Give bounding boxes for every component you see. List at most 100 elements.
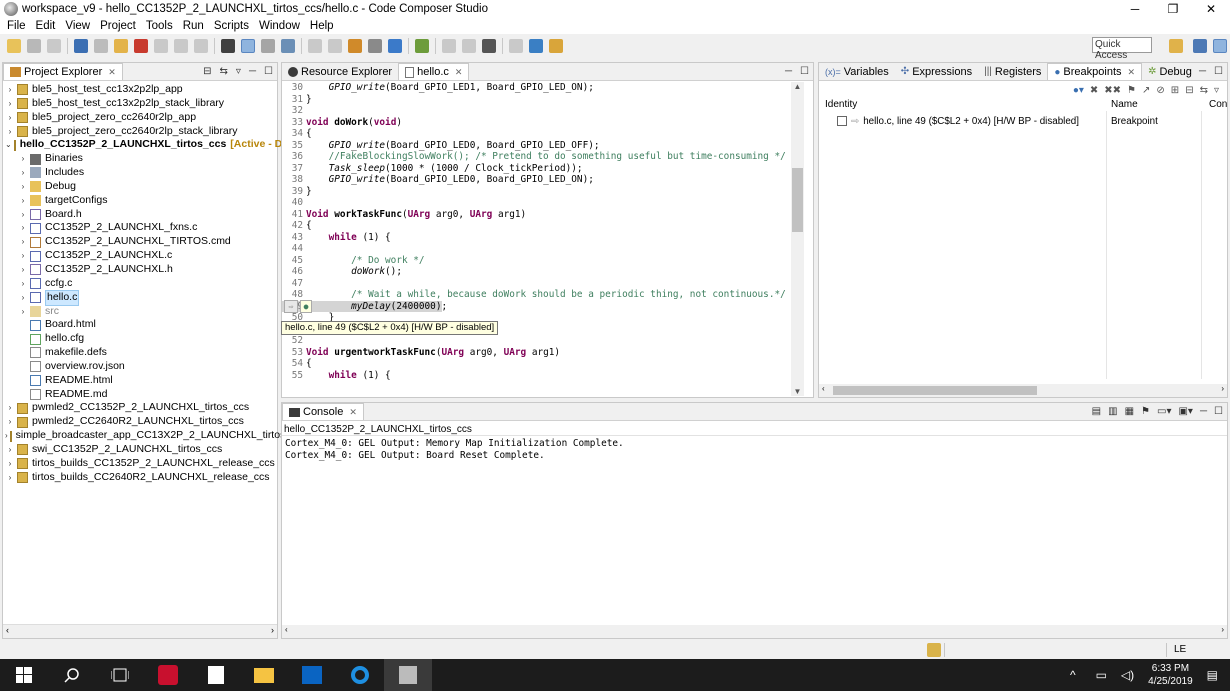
network-icon[interactable]: ▭ — [1096, 668, 1107, 682]
code-line[interactable]: 44 — [282, 243, 813, 255]
expand-toggle-icon[interactable]: › — [18, 208, 28, 222]
taskbar-ccs[interactable] — [384, 659, 432, 691]
restart-icon[interactable] — [328, 39, 342, 53]
code-editor[interactable]: 30 GPIO_write(Board_GPIO_LED1, Board_GPI… — [282, 81, 813, 381]
code-line[interactable]: 47 — [282, 278, 813, 290]
goto-file-icon[interactable]: ↗ — [1142, 85, 1150, 96]
debug-config-icon[interactable] — [281, 39, 295, 53]
tab-registers[interactable]: ||| Registers — [978, 63, 1047, 80]
tree-item[interactable]: makefile.defs — [5, 346, 277, 360]
tab-variables[interactable]: (x)= Variables — [819, 63, 895, 80]
expand-toggle-icon[interactable]: › — [5, 443, 15, 457]
expand-toggle-icon[interactable]: › — [5, 429, 8, 443]
quick-access-input[interactable]: Quick Access — [1092, 37, 1152, 61]
code-line[interactable]: 40 — [282, 197, 813, 209]
link-icon[interactable]: ⇆ — [1200, 85, 1208, 96]
maximize-view-icon[interactable]: ☐ — [1214, 406, 1223, 417]
save-all-icon[interactable] — [47, 39, 61, 53]
menu-tools[interactable]: Tools — [141, 20, 178, 32]
tree-item[interactable]: › ble5_project_zero_cc2640r2lp_app — [5, 111, 277, 125]
close-icon[interactable]: ✕ — [349, 407, 357, 418]
maximize-view-icon[interactable]: ☐ — [264, 66, 273, 77]
tab-hello-c[interactable]: hello.c ✕ — [398, 63, 470, 80]
taskbar-edge[interactable] — [336, 659, 384, 691]
tree-item[interactable]: › tirtos_builds_CC2640R2_LAUNCHXL_release… — [5, 471, 277, 485]
terminate-icon[interactable] — [134, 39, 148, 53]
tree-item[interactable]: › CC1352P_2_LAUNCHXL_TIRTOS.cmd — [5, 235, 277, 249]
breakpoint-marker-icon[interactable]: ⇨ — [284, 299, 298, 313]
memory-icon[interactable] — [241, 39, 255, 53]
expand-toggle-icon[interactable]: › — [18, 277, 28, 291]
expand-toggle-icon[interactable]: › — [5, 125, 15, 139]
grid-icon[interactable] — [221, 39, 235, 53]
code-line[interactable]: 41 Void workTaskFunc(UArg arg0, UArg arg1… — [282, 209, 813, 221]
expand-all-icon[interactable]: ⊞ — [1171, 85, 1179, 96]
code-line[interactable]: 38 GPIO_write(Board_GPIO_LED0, Board_GPI… — [282, 174, 813, 186]
code-line[interactable]: 53 Void urgentworkTaskFunc(UArg arg0, UAr… — [282, 347, 813, 359]
code-line[interactable]: 42{ — [282, 220, 813, 232]
heap-status-icon[interactable] — [927, 643, 941, 657]
menu-window[interactable]: Window — [254, 20, 305, 32]
horizontal-scrollbar[interactable]: ‹ › — [3, 624, 277, 638]
tab-breakpoints[interactable]: ● Breakpoints ✕ — [1047, 63, 1143, 80]
skip-all-icon[interactable]: ⊘ — [1156, 85, 1164, 96]
code-line[interactable]: 33 void doWork(void) — [282, 117, 813, 129]
ccs-edit-perspective-icon[interactable] — [1193, 39, 1207, 53]
run-icon[interactable] — [388, 39, 402, 53]
ccs-debug-perspective-icon[interactable] — [1213, 39, 1227, 53]
new-icon[interactable] — [7, 39, 21, 53]
load-icon[interactable] — [348, 39, 362, 53]
link-editor-icon[interactable]: ⇆ — [220, 66, 228, 77]
breakpoint-dot-icon[interactable]: ● — [300, 299, 312, 313]
column-condition[interactable]: Con — [1209, 99, 1227, 110]
menu-scripts[interactable]: Scripts — [209, 20, 254, 32]
scroll-thumb[interactable] — [792, 168, 803, 232]
tree-item[interactable]: › Debug — [5, 180, 277, 194]
tree-item[interactable]: › swi_CC1352P_2_LAUNCHXL_tirtos_ccs — [5, 443, 277, 457]
breakpoint-checkbox[interactable] — [837, 116, 847, 126]
menu-edit[interactable]: Edit — [31, 20, 61, 32]
close-icon[interactable]: ✕ — [455, 67, 463, 78]
show-hidden-icons[interactable]: ^ — [1070, 668, 1076, 682]
tree-item[interactable]: › Board.h — [5, 208, 277, 222]
expand-toggle-icon[interactable]: › — [5, 471, 15, 485]
code-line[interactable]: 46 doWork(); — [282, 266, 813, 278]
horizontal-scrollbar[interactable]: ‹ › — [819, 384, 1227, 397]
search-icon[interactable] — [529, 39, 543, 53]
collapse-all-icon[interactable]: ⊟ — [203, 66, 211, 77]
horizontal-scrollbar[interactable]: ‹ › — [282, 625, 1227, 638]
expand-toggle-icon[interactable]: › — [5, 415, 15, 429]
menu-run[interactable]: Run — [178, 20, 209, 32]
tree-item[interactable]: › simple_broadcaster_app_CC13X2P_2_LAUNCH… — [5, 429, 307, 443]
tree-item[interactable]: › ble5_project_zero_cc2640r2lp_stack_libr… — [5, 125, 277, 139]
maximize-view-icon[interactable]: ☐ — [800, 66, 809, 77]
code-line[interactable]: 43 while (1) { — [282, 232, 813, 244]
console-output[interactable]: Cortex_M4_0: GEL Output: Memory Map Init… — [282, 436, 1227, 463]
expand-toggle-icon[interactable]: › — [5, 97, 15, 111]
menu-project[interactable]: Project — [95, 20, 141, 32]
nav-back-icon[interactable] — [442, 39, 456, 53]
tree-item[interactable]: › tirtos_builds_CC1352P_2_LAUNCHXL_releas… — [5, 457, 277, 471]
view-menu-icon[interactable]: ▿ — [236, 66, 241, 77]
code-line[interactable]: 45 /* Do work */ — [282, 255, 813, 267]
build-icon[interactable] — [368, 39, 382, 53]
menu-help[interactable]: Help — [305, 20, 339, 32]
scroll-lock-icon[interactable]: ▥ — [1108, 406, 1117, 417]
remove-icon[interactable]: ✖ — [1090, 85, 1098, 96]
tree-item[interactable]: › hello.c — [5, 289, 277, 306]
minimize-view-icon[interactable]: ─ — [249, 66, 256, 77]
code-line[interactable]: 52 — [282, 335, 813, 347]
expand-toggle-icon[interactable]: › — [5, 83, 15, 97]
close-button[interactable]: ✕ — [1192, 0, 1230, 18]
tree-item[interactable]: › ble5_host_test_cc13x2p2lp_stack_library — [5, 97, 277, 111]
resume-icon[interactable] — [94, 39, 108, 53]
close-icon[interactable]: ✕ — [108, 67, 116, 78]
code-line[interactable]: 55 while (1) { — [282, 370, 813, 382]
code-line[interactable]: 37 Task_sleep(1000 * (1000 / Clock_tickP… — [282, 163, 813, 175]
vertical-scrollbar[interactable]: ▲ ▼ — [791, 82, 804, 396]
tree-item[interactable]: hello.cfg — [5, 332, 277, 346]
disconnect-icon[interactable] — [154, 39, 168, 53]
tree-item[interactable]: › CC1352P_2_LAUNCHXL.h — [5, 263, 277, 277]
expand-toggle-icon[interactable]: › — [5, 111, 15, 125]
tree-item[interactable]: › ccfg.c — [5, 277, 277, 291]
